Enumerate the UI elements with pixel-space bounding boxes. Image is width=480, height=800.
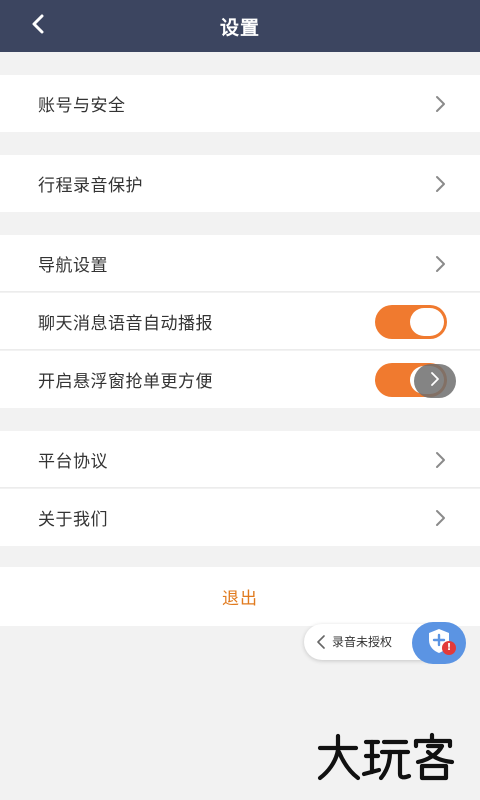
- navigation-settings-item[interactable]: 导航设置: [0, 235, 480, 292]
- platform-agreement-label: 平台协议: [38, 452, 108, 472]
- logout-label: 退出: [222, 589, 258, 609]
- chat-voice-broadcast-toggle[interactable]: [375, 304, 447, 339]
- floating-window-item: 开启悬浮窗抢单更方便: [0, 351, 480, 408]
- chevron-right-icon: [430, 371, 440, 391]
- chat-voice-broadcast-label: 聊天消息语音自动播报: [38, 314, 213, 334]
- settings-page: 设置 账号与安全 行程录音保护 导航设置 聊天消息语音自动播报 开启悬浮窗抢单更…: [0, 0, 480, 800]
- row-divider: [0, 291, 480, 292]
- app-header: 设置: [0, 0, 480, 52]
- floating-window-label: 开启悬浮窗抢单更方便: [38, 372, 213, 392]
- floating-ball-handle[interactable]: [414, 364, 456, 398]
- chevron-right-icon: [432, 174, 448, 194]
- chevron-right-icon: [432, 508, 448, 528]
- page-title: 设置: [219, 17, 260, 39]
- recording-unauthorized-text: 录音未授权: [332, 635, 393, 649]
- logout-button[interactable]: 退出: [0, 567, 480, 626]
- alert-badge: !: [442, 641, 456, 655]
- navigation-settings-label: 导航设置: [38, 256, 108, 276]
- recording-shield-button[interactable]: [412, 622, 466, 664]
- about-us-label: 关于我们: [38, 510, 108, 530]
- account-security-label: 账号与安全: [38, 96, 126, 116]
- chat-voice-broadcast-item: 聊天消息语音自动播报: [0, 293, 480, 350]
- toggle-knob: [410, 307, 444, 336]
- chevron-left-icon: [316, 634, 326, 650]
- account-security-item[interactable]: 账号与安全: [0, 75, 480, 132]
- watermark-logo: [316, 732, 462, 782]
- platform-agreement-item[interactable]: 平台协议: [0, 431, 480, 488]
- trip-recording-protection-item[interactable]: 行程录音保护: [0, 155, 480, 212]
- chevron-right-icon: [432, 254, 448, 274]
- row-divider: [0, 487, 480, 488]
- trip-recording-label: 行程录音保护: [38, 176, 143, 196]
- chevron-right-icon: [432, 450, 448, 470]
- about-us-item[interactable]: 关于我们: [0, 489, 480, 546]
- chevron-right-icon: [432, 94, 448, 114]
- row-divider: [0, 349, 480, 350]
